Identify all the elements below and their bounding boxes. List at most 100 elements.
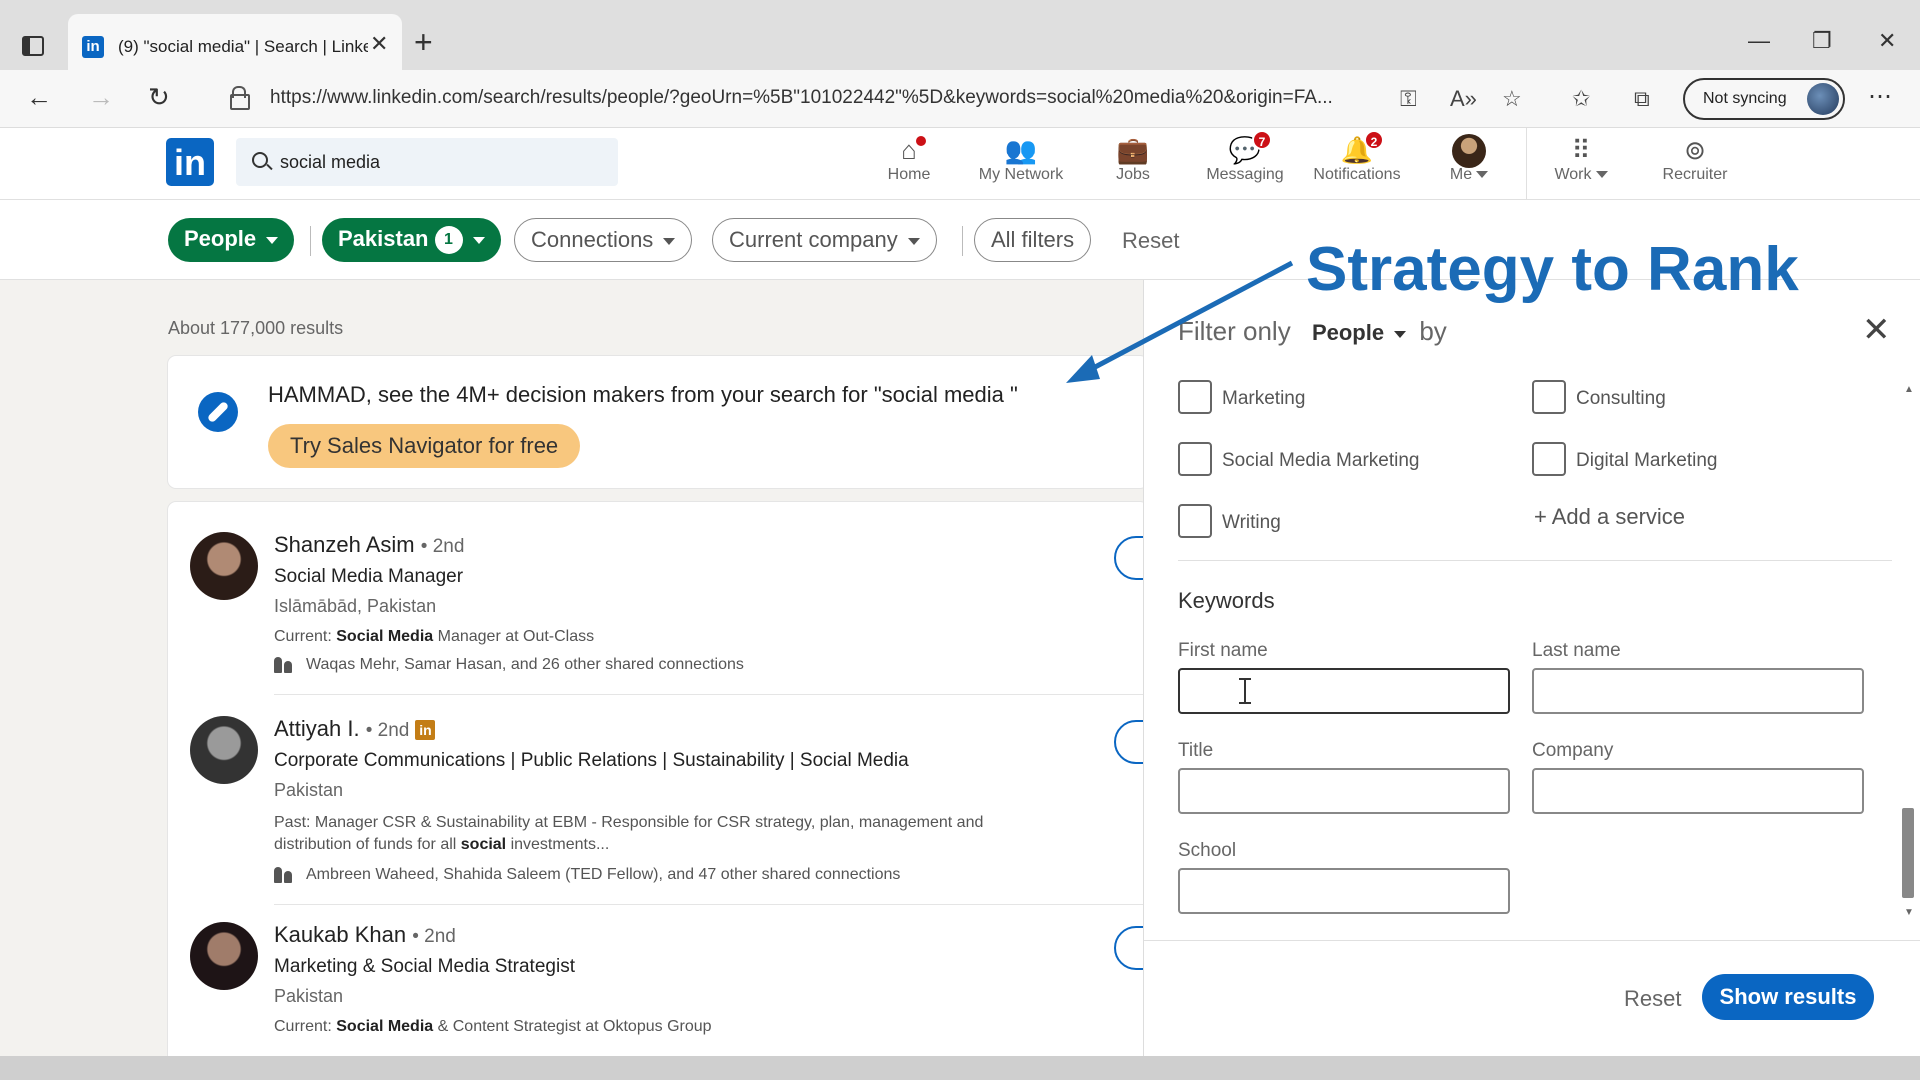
nav-jobs[interactable]: 💼 Jobs (1078, 134, 1188, 184)
favorites-icon[interactable]: ✩ (1572, 86, 1590, 112)
close-icon[interactable]: ✕ (1862, 310, 1891, 350)
first-name-field[interactable] (1178, 668, 1510, 714)
person-name[interactable]: Shanzeh Asim • 2nd (274, 532, 464, 558)
avatar[interactable] (190, 922, 258, 990)
browser-tab[interactable]: in (9) "social media" | Search | LinkedI… (68, 14, 402, 72)
service-label: Consulting (1576, 388, 1666, 409)
window-close-icon[interactable]: ✕ (1878, 28, 1896, 54)
company-field[interactable] (1532, 768, 1864, 814)
person-headline: Social Media Manager (274, 566, 464, 587)
connect-button[interactable] (1114, 720, 1148, 764)
linkedin-logo[interactable]: in (166, 138, 214, 186)
checkbox-writing[interactable] (1178, 504, 1212, 538)
location-filter-button[interactable]: Pakistan 1 (322, 218, 501, 262)
filter-type-value: People (1311, 320, 1385, 345)
nav-label: Messaging (1206, 166, 1284, 183)
minimize-icon[interactable]: — (1748, 28, 1770, 54)
add-service-button[interactable]: + Add a service (1534, 504, 1685, 530)
title-field[interactable] (1178, 768, 1510, 814)
snippet-highlight: Social Media (336, 1018, 434, 1035)
person-name[interactable]: Attiyah I. • 2nd in (274, 716, 436, 742)
school-field[interactable] (1178, 868, 1510, 914)
key-icon[interactable]: ⚿ (1400, 86, 1417, 112)
avatar[interactable] (190, 716, 258, 784)
person-name-text[interactable]: Attiyah I. (274, 716, 360, 741)
people-icon (274, 866, 292, 883)
list-item[interactable]: Shanzeh Asim • 2nd Social Media Manager … (168, 502, 1148, 706)
person-name-text[interactable]: Shanzeh Asim (274, 532, 415, 557)
reset-filters-link[interactable]: Reset (1122, 228, 1179, 254)
checkbox-digital-marketing[interactable] (1532, 442, 1566, 476)
sync-button[interactable]: Not syncing (1683, 78, 1845, 120)
tab-title: (9) "social media" | Search | LinkedIn (118, 37, 368, 56)
nav-work[interactable]: ⠿ Work (1526, 134, 1636, 184)
search-input[interactable]: social media (236, 138, 618, 186)
filter-type-select[interactable]: People (1311, 320, 1407, 345)
bottom-strip (0, 1056, 1920, 1080)
nav-recruiter[interactable]: ⊚ Recruiter (1640, 134, 1750, 184)
people-filter-button[interactable]: People (168, 218, 295, 262)
company-filter-label: Current company (729, 227, 898, 252)
person-name-text[interactable]: Kaukab Khan (274, 922, 406, 947)
scroll-up-icon[interactable]: ▲ (1904, 384, 1914, 395)
nav-home[interactable]: ⌂ Home (854, 134, 964, 184)
add-favorite-icon[interactable]: ☆ (1502, 86, 1522, 112)
list-item[interactable]: Kaukab Khan • 2nd Marketing & Social Med… (168, 892, 1148, 1062)
connect-button[interactable] (1114, 536, 1148, 580)
refresh-icon[interactable]: ↻ (148, 84, 170, 110)
avatar (1452, 134, 1486, 168)
nav-notifications[interactable]: 🔔 2 Notifications (1302, 130, 1412, 184)
more-icon[interactable]: ⋯ (1868, 82, 1892, 111)
briefcase-icon: 💼 (1116, 135, 1150, 165)
url-field[interactable]: https://www.linkedin.com/search/results/… (270, 87, 1380, 109)
snippet-prefix: Current: (274, 628, 337, 645)
scroll-down-icon[interactable]: ▼ (1904, 907, 1914, 918)
current-company-filter-button[interactable]: Current company (712, 218, 937, 262)
try-sales-navigator-button[interactable]: Try Sales Navigator for free (268, 424, 581, 468)
checkbox-consulting[interactable] (1532, 380, 1566, 414)
new-tab-icon[interactable]: + (414, 26, 433, 58)
school-label: School (1178, 840, 1237, 861)
scrollbar-thumb[interactable] (1902, 808, 1914, 898)
list-item[interactable]: Attiyah I. • 2nd in Corporate Communicat… (168, 686, 1148, 905)
chevron-down-icon (266, 236, 279, 244)
home-dot-badge (914, 134, 928, 148)
linkedin-premium-icon: in (415, 720, 436, 741)
nav-messaging[interactable]: 💬 7 Messaging (1190, 130, 1300, 184)
nav-me[interactable]: Me (1414, 134, 1524, 184)
messaging-badge: 7 (1252, 130, 1272, 150)
read-aloud-icon[interactable]: A» (1450, 86, 1477, 112)
nav-my-network[interactable]: 👥 My Network (966, 134, 1076, 184)
all-filters-label: All filters (991, 227, 1075, 252)
avatar[interactable] (190, 532, 258, 600)
filter-divider (962, 226, 963, 256)
linkedin-header: in social media ⌂ Home 👥 My Network 💼 Jo… (0, 128, 1920, 200)
restore-icon[interactable]: ❐ (1812, 28, 1832, 54)
connect-button[interactable] (1114, 926, 1148, 970)
nav-label: Recruiter (1662, 166, 1728, 183)
checkbox-social-media-marketing[interactable] (1178, 442, 1212, 476)
tab-actions-icon[interactable] (22, 36, 44, 56)
people-icon (274, 656, 292, 673)
chevron-down-icon (1394, 330, 1407, 338)
snippet-prefix: Current: (274, 1018, 337, 1035)
lock-icon[interactable] (230, 86, 250, 110)
person-name[interactable]: Kaukab Khan • 2nd (274, 922, 456, 948)
forward-icon[interactable]: → (88, 84, 114, 110)
back-icon[interactable]: ← (26, 84, 52, 110)
panel-reset-button[interactable]: Reset (1624, 986, 1681, 1012)
last-name-field[interactable] (1532, 668, 1864, 714)
snippet-prefix: Past: Manager CSR & Sustainability at EB… (274, 814, 984, 853)
filter-divider (310, 226, 311, 256)
collections-icon[interactable]: ⧉ (1634, 86, 1650, 112)
shared-connections[interactable]: Waqas Mehr, Samar Hasan, and 26 other sh… (274, 656, 744, 674)
close-icon[interactable]: ✕ (370, 31, 388, 57)
shared-connections[interactable]: Ambreen Waheed, Shahida Saleem (TED Fell… (274, 866, 900, 884)
nav-label: Jobs (1116, 166, 1150, 183)
person-location: Islāmābād, Pakistan (274, 596, 437, 616)
connections-filter-button[interactable]: Connections (514, 218, 693, 262)
connections-filter-label: Connections (531, 227, 654, 252)
show-results-button[interactable]: Show results (1702, 974, 1874, 1020)
person-snippet: Past: Manager CSR & Sustainability at EB… (274, 812, 1034, 856)
annotation-arrow (1066, 260, 1294, 383)
